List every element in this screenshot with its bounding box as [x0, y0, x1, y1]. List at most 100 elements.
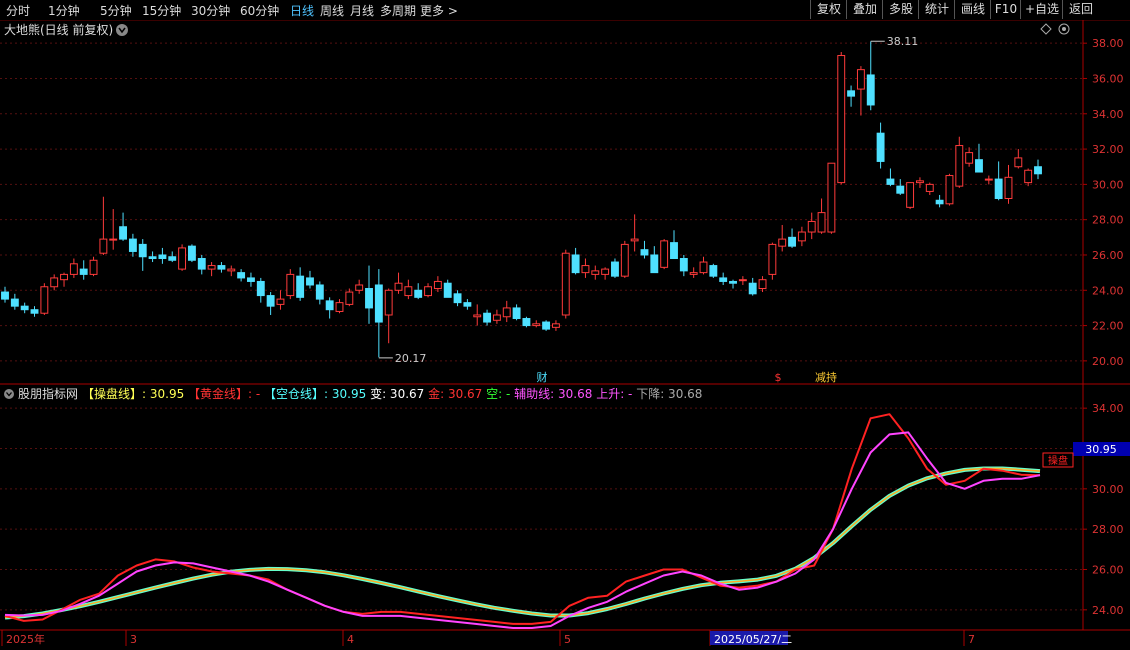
- candle[interactable]: [955, 136, 964, 188]
- settings-icon[interactable]: [1058, 23, 1070, 35]
- candle[interactable]: [10, 293, 19, 310]
- overlay-button[interactable]: 叠加: [846, 0, 883, 19]
- candle[interactable]: [414, 283, 423, 300]
- candle[interactable]: [512, 304, 521, 321]
- candle[interactable]: [925, 182, 934, 195]
- candle[interactable]: [650, 246, 659, 274]
- diamond-icon[interactable]: [1040, 23, 1052, 35]
- candle[interactable]: [187, 244, 196, 263]
- event-marker[interactable]: $: [775, 371, 782, 384]
- timeframe-1min[interactable]: 1分钟: [48, 2, 80, 19]
- candle[interactable]: [935, 194, 944, 208]
- candle[interactable]: [433, 276, 442, 293]
- candle[interactable]: [1034, 159, 1042, 180]
- timeframe-monthly[interactable]: 月线: [350, 2, 374, 19]
- candle[interactable]: [247, 272, 255, 287]
- candle[interactable]: [394, 272, 403, 294]
- candle[interactable]: [689, 267, 698, 278]
- candle[interactable]: [670, 230, 678, 260]
- statistics-button[interactable]: 统计: [918, 0, 955, 19]
- candle[interactable]: [768, 242, 777, 280]
- candle[interactable]: [424, 283, 432, 298]
- candlestick-series[interactable]: [1, 41, 1042, 358]
- candle[interactable]: [915, 177, 924, 188]
- candle[interactable]: [276, 290, 285, 310]
- candle[interactable]: [128, 233, 137, 257]
- candle[interactable]: [601, 267, 610, 280]
- candle[interactable]: [984, 175, 993, 185]
- candle[interactable]: [611, 258, 619, 278]
- candle[interactable]: [404, 279, 413, 300]
- candle[interactable]: [99, 196, 108, 255]
- candle[interactable]: [502, 300, 511, 323]
- add-watchlist-button[interactable]: +自选: [1020, 0, 1063, 19]
- candle[interactable]: [286, 269, 295, 300]
- candle[interactable]: [906, 182, 915, 210]
- candle[interactable]: [79, 260, 88, 280]
- restore-rights-button[interactable]: 复权: [810, 0, 847, 19]
- candle[interactable]: [119, 212, 128, 241]
- candle[interactable]: [178, 244, 187, 271]
- candle[interactable]: [719, 272, 728, 285]
- candle[interactable]: [158, 247, 167, 264]
- candle[interactable]: [965, 147, 974, 167]
- candle[interactable]: [1024, 168, 1033, 187]
- candle[interactable]: [591, 265, 600, 280]
- timeframe-60min[interactable]: 60分钟: [240, 2, 279, 19]
- draw-line-button[interactable]: 画线: [954, 0, 991, 19]
- timeframe-more[interactable]: 更多 >: [420, 2, 458, 19]
- candle[interactable]: [30, 306, 39, 317]
- candle[interactable]: [807, 212, 816, 240]
- event-marker[interactable]: 减持: [815, 370, 837, 384]
- candle[interactable]: [306, 270, 314, 289]
- candle[interactable]: [827, 162, 836, 234]
- candle[interactable]: [355, 279, 364, 294]
- candle[interactable]: [886, 168, 895, 187]
- candle[interactable]: [148, 251, 157, 263]
- candle[interactable]: [20, 302, 29, 314]
- timeframe-multi[interactable]: 多周期: [380, 2, 416, 19]
- candle[interactable]: [443, 279, 452, 298]
- candle[interactable]: [709, 263, 718, 278]
- candle[interactable]: [788, 228, 796, 248]
- candle[interactable]: [994, 161, 1003, 201]
- candle[interactable]: [581, 258, 590, 278]
- candle[interactable]: [325, 297, 334, 319]
- candle[interactable]: [975, 143, 983, 173]
- candle[interactable]: [40, 283, 49, 315]
- candle[interactable]: [384, 288, 393, 344]
- candle[interactable]: [89, 256, 98, 277]
- candle[interactable]: [876, 122, 885, 169]
- event-marker[interactable]: 财: [537, 370, 548, 384]
- candle[interactable]: [532, 320, 541, 328]
- candle[interactable]: [345, 288, 354, 307]
- timeframe-daily[interactable]: 日线: [290, 2, 314, 19]
- multi-stock-button[interactable]: 多股: [882, 0, 919, 19]
- candle[interactable]: [748, 277, 757, 296]
- candle[interactable]: [266, 292, 275, 315]
- timeframe-30min[interactable]: 30分钟: [191, 2, 230, 19]
- timeframe-weekly[interactable]: 周线: [320, 2, 344, 19]
- candle[interactable]: [817, 198, 826, 234]
- candle[interactable]: [620, 240, 629, 278]
- candle[interactable]: [847, 85, 856, 107]
- candle[interactable]: [109, 209, 118, 250]
- candle[interactable]: [699, 256, 708, 275]
- candle[interactable]: [463, 299, 472, 310]
- candle[interactable]: [1, 286, 9, 303]
- candle[interactable]: [729, 279, 737, 289]
- back-button[interactable]: 返回: [1062, 0, 1099, 19]
- candle[interactable]: [1014, 149, 1023, 169]
- candle[interactable]: [837, 52, 846, 185]
- candle[interactable]: [945, 173, 954, 206]
- candle[interactable]: [197, 254, 206, 275]
- candle[interactable]: [856, 66, 865, 116]
- candle[interactable]: [797, 226, 806, 247]
- candle[interactable]: [679, 254, 688, 277]
- candle[interactable]: [473, 304, 482, 326]
- candle[interactable]: [778, 224, 787, 252]
- candle[interactable]: [630, 214, 639, 252]
- candle[interactable]: [315, 281, 324, 305]
- candle[interactable]: [660, 239, 669, 270]
- timeframe-fenshi[interactable]: 分时: [6, 2, 30, 19]
